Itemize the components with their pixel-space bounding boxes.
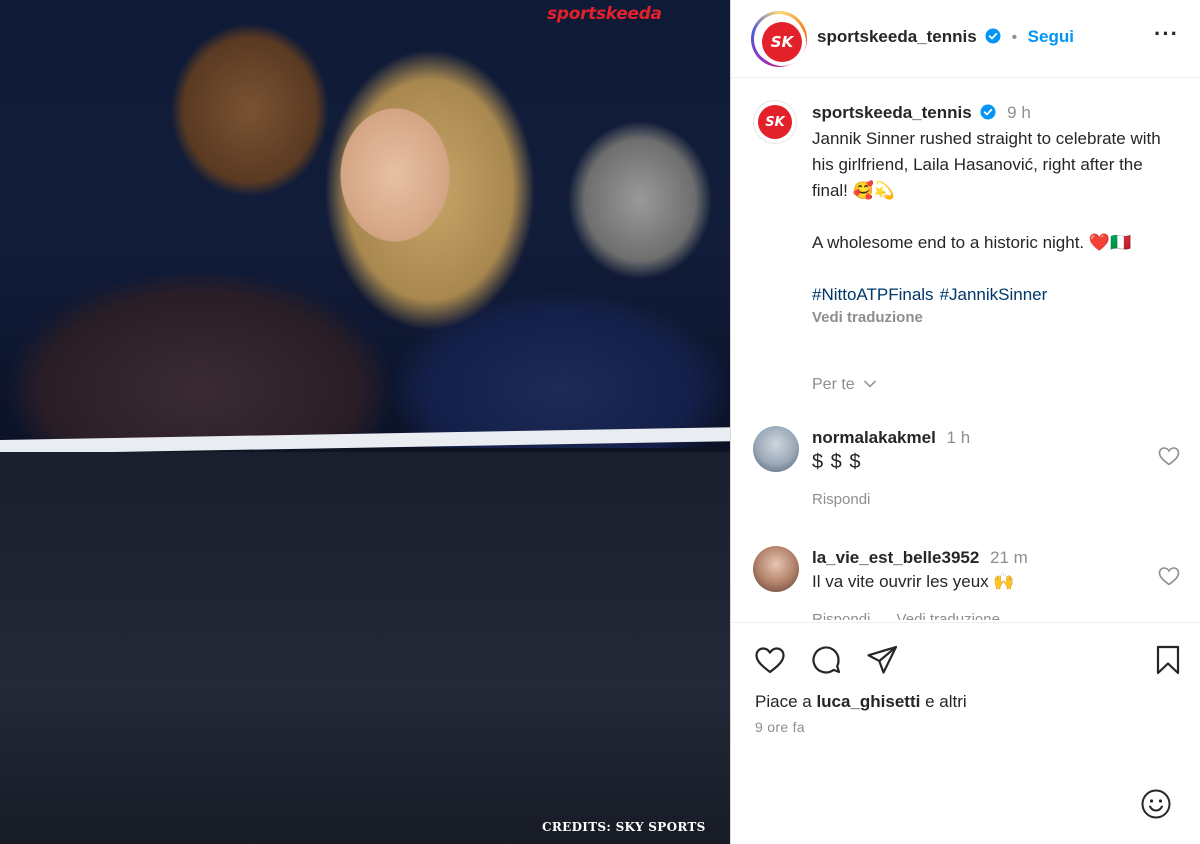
liked-by-username[interactable]: luca_ghisetti: [816, 692, 920, 711]
sportskeeda-logo: SK: [758, 18, 806, 66]
post-sidebar: SK sportskeeda_tennis • Segui ··· SK spo…: [730, 0, 1200, 844]
chevron-down-icon: [864, 380, 877, 388]
comment-text: Il va vite ouvrir les yeux 🙌: [812, 572, 1015, 591]
for-you-label: Per te: [812, 376, 855, 393]
see-translation-link[interactable]: Vedi traduzione: [897, 611, 1000, 620]
caption-text-2: A wholesome end to a historic night. ❤️🇮…: [812, 233, 1132, 252]
follow-button[interactable]: Segui: [1028, 27, 1074, 46]
post-actions: Piace a luca_ghisetti e altri 9 ore fa: [731, 622, 1200, 844]
caption-text-1: Jannik Sinner rushed straight to celebra…: [812, 129, 1161, 200]
comments-area[interactable]: SK sportskeeda_tennis 9 h Jannik Sinner …: [731, 80, 1200, 620]
commenter-username[interactable]: la_vie_est_belle3952: [812, 548, 979, 567]
for-you-toggle[interactable]: Per te: [812, 376, 877, 394]
post-timestamp: 9 ore fa: [755, 719, 805, 735]
hashtag-link[interactable]: #NittoATPFinals: [812, 285, 934, 304]
more-options-icon[interactable]: ···: [1154, 23, 1179, 45]
sportskeeda-watermark: sportskeeda: [547, 4, 662, 24]
comment-text: $ $ $: [812, 451, 862, 473]
like-comment-heart-icon[interactable]: [1157, 444, 1181, 468]
hashtag-link[interactable]: #JannikSinner: [940, 285, 1048, 304]
commenter-username[interactable]: normalakakmel: [812, 428, 936, 447]
likes-suffix: e altri: [925, 692, 967, 711]
caption-time: 9 h: [1007, 103, 1031, 122]
reply-button[interactable]: Rispondi: [812, 611, 870, 620]
commenter-avatar[interactable]: [753, 546, 799, 592]
share-paper-plane-icon[interactable]: [865, 643, 899, 677]
photo-credits: CREDITS: SKY SPORTS: [542, 820, 706, 834]
separator-dot: •: [1011, 29, 1018, 46]
caption-hashtags: #NittoATPFinals #JannikSinner: [812, 282, 1182, 308]
reply-button[interactable]: Rispondi: [812, 491, 870, 508]
add-comment-input[interactable]: [755, 793, 1125, 817]
caption-author-avatar[interactable]: SK: [753, 100, 797, 144]
like-heart-icon[interactable]: [753, 643, 787, 677]
comment-bubble-icon[interactable]: [809, 643, 843, 677]
post-caption: sportskeeda_tennis 9 h Jannik Sinner rus…: [812, 100, 1182, 328]
comment-time: 1 h: [946, 428, 971, 447]
story-avatar[interactable]: SK: [751, 11, 807, 67]
photo-crowd-celebration: [0, 452, 730, 844]
likes-summary[interactable]: Piace a luca_ghisetti e altri: [755, 692, 967, 712]
post-media[interactable]: sportskeeda CREDITS: SKY SPORTS: [0, 0, 730, 844]
save-bookmark-icon[interactable]: [1151, 643, 1185, 677]
see-translation-link[interactable]: Vedi traduzione: [812, 308, 1182, 328]
commenter-avatar[interactable]: [753, 426, 799, 472]
post-header: SK sportskeeda_tennis • Segui ···: [731, 0, 1200, 78]
likes-prefix: Piace a: [755, 692, 812, 711]
post-author-username[interactable]: sportskeeda_tennis: [817, 27, 977, 46]
comment-time: 21 m: [990, 548, 1028, 567]
verified-badge-icon: [980, 104, 996, 120]
verified-badge-icon: [985, 28, 1001, 44]
like-comment-heart-icon[interactable]: [1157, 564, 1181, 588]
emoji-smiley-icon[interactable]: [1139, 787, 1173, 821]
photo-couple-hug: [0, 0, 730, 448]
caption-username[interactable]: sportskeeda_tennis: [812, 103, 972, 122]
